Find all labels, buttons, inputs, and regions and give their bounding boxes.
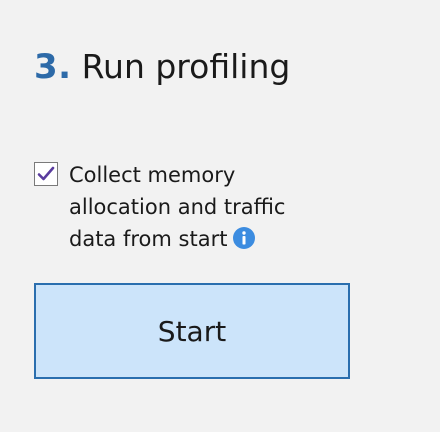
step-title: Run profiling	[81, 47, 291, 86]
step-number: 3.	[34, 47, 72, 87]
collect-memory-label: Collect memory allocation and traffic da…	[69, 159, 309, 255]
collect-memory-option[interactable]: Collect memory allocation and traffic da…	[34, 159, 324, 255]
step-heading: 3. Run profiling	[34, 47, 290, 87]
checkmark-icon	[37, 166, 55, 181]
info-icon[interactable]	[233, 227, 256, 249]
collect-memory-checkbox[interactable]	[34, 162, 58, 186]
run-profiling-panel: 3. Run profiling Collect memory allocati…	[0, 0, 440, 432]
start-button[interactable]: Start	[34, 283, 350, 379]
